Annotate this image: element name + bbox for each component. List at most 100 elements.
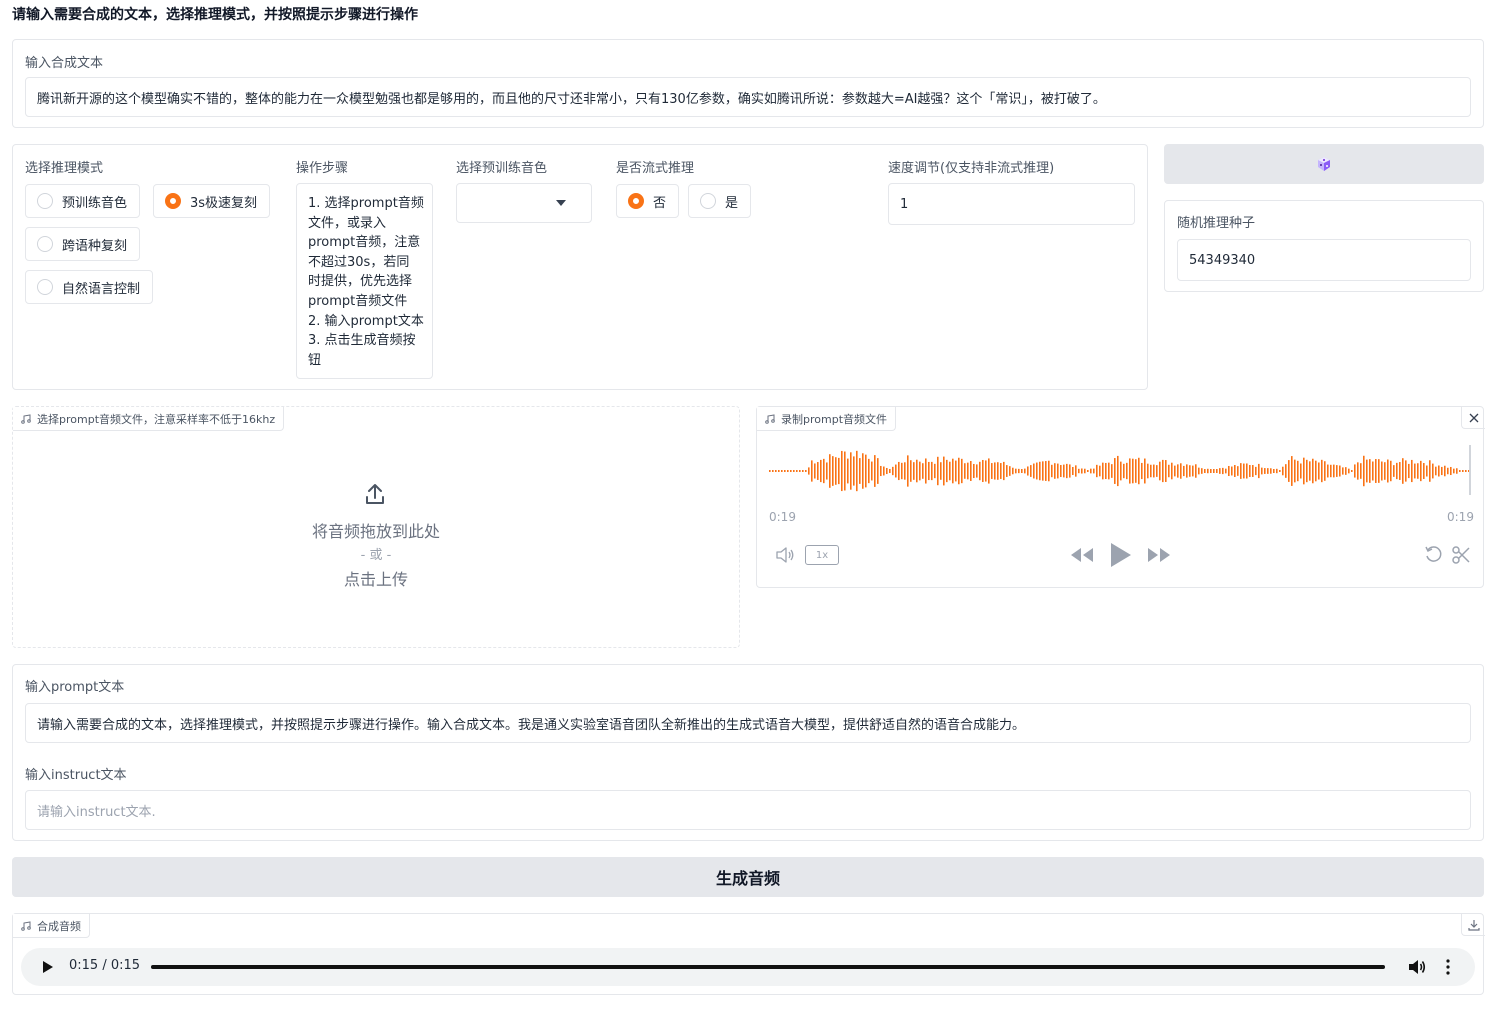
waveform-bar xyxy=(1000,463,1002,479)
waveform-bar xyxy=(1243,463,1245,479)
waveform-bar xyxy=(1249,465,1251,477)
skip-backward-icon[interactable] xyxy=(1070,547,1094,563)
waveform-bar xyxy=(1273,469,1275,473)
mode-option-3s-clone[interactable]: 3s极速复刻 xyxy=(153,184,271,218)
play-icon[interactable] xyxy=(1109,541,1133,569)
waveform-bar xyxy=(1198,467,1200,475)
waveform-bar xyxy=(1054,463,1056,479)
waveform-bar xyxy=(1447,467,1449,475)
radio-circle-icon xyxy=(37,236,53,252)
waveform-bar xyxy=(805,470,807,472)
waveform-bar xyxy=(886,467,888,475)
stream-option-no[interactable]: 否 xyxy=(616,184,680,218)
waveform-bar xyxy=(799,470,801,472)
waveform-bar xyxy=(916,459,918,483)
record-audio-label: 录制prompt音频文件 xyxy=(781,412,888,426)
waveform-bar xyxy=(937,456,939,486)
waveform-bar xyxy=(1207,468,1209,474)
undo-icon[interactable] xyxy=(1424,545,1444,565)
waveform-bar xyxy=(796,470,798,472)
waveform-bar xyxy=(1294,459,1296,483)
waveform-bar xyxy=(955,460,957,482)
waveform-bar xyxy=(1102,462,1104,480)
waveform-bar xyxy=(1432,463,1434,479)
waveform-bar xyxy=(832,456,834,486)
waveform-bar xyxy=(1372,461,1374,481)
waveform-bar xyxy=(1192,465,1194,477)
waveform-bar xyxy=(877,458,879,484)
waveform-bar xyxy=(1237,466,1239,476)
record-audio-block: 录制prompt音频文件 0:19 0:19 1x xyxy=(756,406,1485,588)
waveform-bar xyxy=(1279,470,1281,472)
waveform-bar xyxy=(976,464,978,478)
audio-waveform[interactable] xyxy=(769,443,1473,499)
waveform-bar xyxy=(1087,470,1089,472)
waveform-bar xyxy=(1183,465,1185,477)
waveform-bar xyxy=(994,462,996,480)
waveform-bar xyxy=(1060,465,1062,477)
waveform-bar xyxy=(1156,465,1158,477)
seed-input[interactable]: 54349340 xyxy=(1177,239,1471,281)
mode-option-pretrained[interactable]: 预训练音色 xyxy=(25,184,141,218)
stream-label: 是否流式推理 xyxy=(616,161,695,176)
upload-audio-block[interactable]: 选择prompt音频文件，注意采样率不低于16khz 将音频拖放到此处 - 或 … xyxy=(12,406,740,648)
waveform-bar xyxy=(835,457,837,485)
waveform-bar xyxy=(913,462,915,480)
waveform-bar xyxy=(1336,465,1338,477)
waveform-bar xyxy=(1387,459,1389,483)
waveform-bar xyxy=(811,460,813,482)
waveform-bar xyxy=(823,458,825,484)
waveform-bar xyxy=(1396,462,1398,480)
steps-textbox: 1. 选择prompt音频 文件，或录入 prompt音频，注意 不超过30s，… xyxy=(296,183,433,379)
waveform-bar xyxy=(772,470,774,472)
waveform-bar xyxy=(1132,458,1134,484)
skip-forward-icon[interactable] xyxy=(1147,547,1171,563)
speaker-label: 选择预训练音色 xyxy=(456,161,548,176)
speaker-dropdown[interactable] xyxy=(456,183,592,223)
radio-checked-icon xyxy=(165,193,181,209)
steps-line: prompt音频，注意 xyxy=(308,235,421,251)
clear-audio-button[interactable] xyxy=(1461,407,1485,429)
volume-icon[interactable] xyxy=(1408,959,1426,975)
instruct-label: 输入instruct文本 xyxy=(25,768,127,783)
waveform-bar xyxy=(1150,464,1152,478)
generate-audio-button[interactable]: 生成音频 xyxy=(12,857,1484,897)
prompt-text-input[interactable]: 请输入需要合成的文本，选择推理模式，并按照提示步骤进行操作。输入合成文本。我是通… xyxy=(25,703,1471,743)
speed-input[interactable]: 1 xyxy=(888,183,1135,225)
waveform-bar xyxy=(1135,459,1137,483)
instruct-text-input[interactable]: 请输入instruct文本. xyxy=(25,790,1471,830)
waveform-bar xyxy=(1216,469,1218,473)
waveform-bar xyxy=(1147,463,1149,479)
upload-click-text: 点击上传 xyxy=(343,570,408,589)
native-audio-player[interactable]: 0:15 / 0:15 xyxy=(21,948,1475,986)
waveform-bar xyxy=(1174,465,1176,477)
random-seed-button[interactable] xyxy=(1164,144,1484,184)
trim-scissors-icon[interactable] xyxy=(1451,545,1471,565)
mode-option-cross-lingual[interactable]: 跨语种复刻 xyxy=(25,227,141,261)
waveform-bar xyxy=(979,461,981,481)
waveform-bar xyxy=(1090,468,1092,474)
mode-option-label: 自然语言控制 xyxy=(62,281,141,297)
waveform-bar xyxy=(1309,461,1311,481)
waveform-bar xyxy=(874,455,876,487)
volume-icon[interactable] xyxy=(775,546,795,564)
waveform-bar xyxy=(1018,468,1020,474)
more-options-icon[interactable] xyxy=(1446,959,1450,975)
waveform-bar xyxy=(901,462,903,480)
waveform-bar xyxy=(1351,470,1353,472)
output-progress-track[interactable] xyxy=(151,965,1385,969)
waveform-bar xyxy=(1321,459,1323,483)
waveform-bar xyxy=(1423,463,1425,479)
play-icon[interactable] xyxy=(43,961,53,973)
waveform-bar xyxy=(1105,462,1107,480)
waveform-bar xyxy=(826,462,828,480)
steps-line: 2. 输入prompt文本 xyxy=(308,313,424,329)
playback-speed-button[interactable]: 1x xyxy=(805,545,839,565)
download-button[interactable] xyxy=(1461,914,1485,936)
waveform-bar xyxy=(1354,464,1356,478)
mode-option-instruct[interactable]: 自然语言控制 xyxy=(25,270,154,304)
tts-text-input[interactable]: 腾讯新开源的这个模型确实不错的，整体的能力在一众模型勉强也都是够用的，而且他的尺… xyxy=(25,77,1471,117)
waveform-bar xyxy=(1306,459,1308,483)
steps-line: 钮 xyxy=(308,352,322,368)
stream-option-yes[interactable]: 是 xyxy=(688,184,752,218)
